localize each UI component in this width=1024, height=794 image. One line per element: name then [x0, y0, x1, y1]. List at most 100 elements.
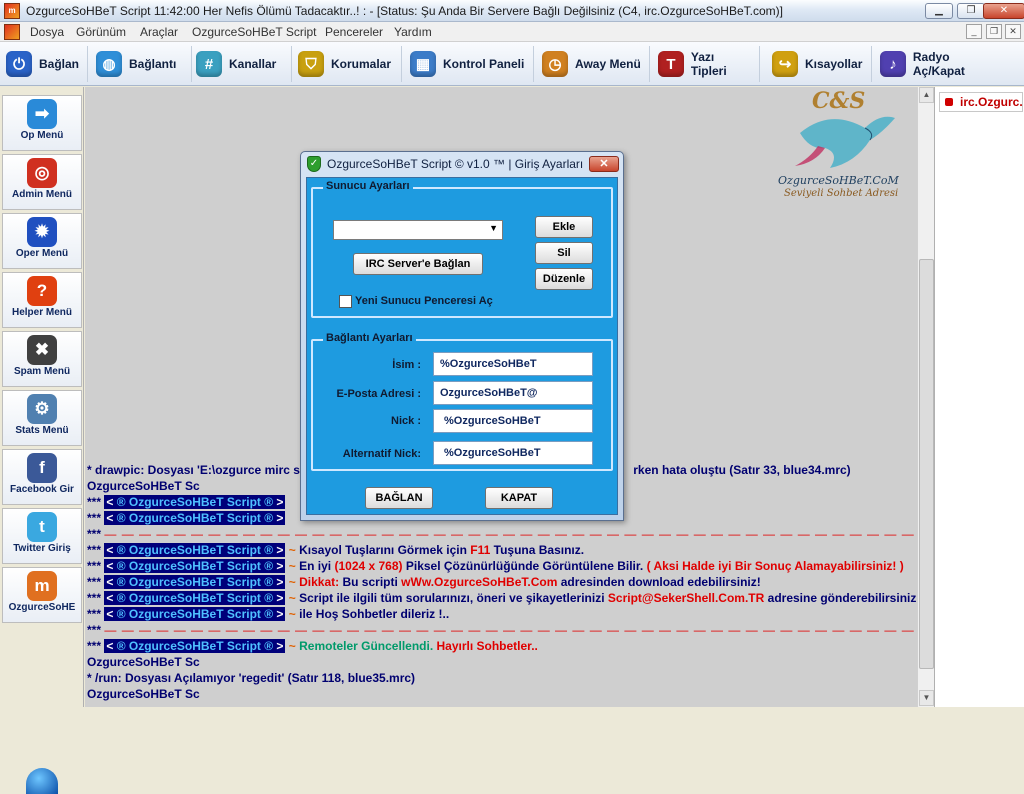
- edit-server-button[interactable]: Düzenle: [535, 268, 593, 290]
- menu-pencereler[interactable]: Pencereler: [325, 25, 383, 39]
- group-label: Bağlantı Ayarları: [323, 332, 416, 344]
- toolbar-away-menu[interactable]: ◷ Away Menü: [542, 46, 650, 82]
- mdi-minimize-button[interactable]: _: [966, 24, 982, 39]
- toolbar-label: Kontrol Paneli: [443, 57, 525, 71]
- toolbar-korumalar[interactable]: ⛉ Korumalar: [298, 46, 402, 82]
- chat-line: *** < ® OzgurceSoHBeT Script ® > ~ ile H…: [87, 607, 450, 621]
- scroll-thumb[interactable]: [919, 259, 934, 669]
- toolbar-label: Kısayollar: [805, 57, 863, 71]
- chat-line: *** < ® OzgurceSoHBeT Script ® >: [87, 511, 286, 525]
- group-label: Sunucu Ayarları: [323, 180, 413, 192]
- menu-yardim[interactable]: Yardım: [394, 25, 432, 39]
- sidebar-label: Spam Menü: [13, 366, 71, 377]
- connection-settings-group: Bağlantı Ayarları İsim : %OzgurceSoHBeT …: [311, 332, 613, 471]
- chat-line: *** < ® OzgurceSoHBeT Script ® > ~ Dikka…: [87, 575, 761, 589]
- sidebar-admin-menu[interactable]: ◎ Admin Menü: [2, 154, 82, 210]
- toolbar-baglan[interactable]: ⏻ Bağlan: [6, 46, 88, 82]
- scroll-down-button[interactable]: ▼: [919, 690, 934, 706]
- toolbar-kontrol-paneli[interactable]: ▦ Kontrol Paneli: [410, 46, 534, 82]
- sidebar-label: OzgurceSoHE: [8, 602, 76, 613]
- close-button[interactable]: ✕: [983, 3, 1024, 19]
- shield-icon: ⛉: [298, 51, 324, 77]
- sidebar-label: Facebook Gir: [10, 484, 74, 495]
- toolbar-label: Yazı Tipleri: [690, 50, 727, 78]
- toolbar-radyo[interactable]: ♪ Radyo Aç/Kapat: [880, 46, 1010, 82]
- shield-check-icon: ✓: [307, 156, 321, 172]
- menu-gorunum[interactable]: Görünüm: [76, 25, 126, 39]
- email-label: E-Posta Adresi :: [336, 388, 421, 400]
- gear-icon: ⚙: [27, 394, 57, 424]
- sidebar-label: Twitter Giriş: [13, 543, 71, 554]
- mdi-window-icon[interactable]: [4, 24, 20, 40]
- clock-icon: ◷: [542, 51, 568, 77]
- chat-line: *** < ® OzgurceSoHBeT Script ® > ~ En iy…: [87, 559, 904, 573]
- toolbar-label: Bağlantı: [129, 57, 177, 71]
- menu-script[interactable]: OzgurceSoHBeT Script: [192, 25, 317, 39]
- logo-initials: C&S: [812, 88, 866, 114]
- window-list: irc.Ozgurc...: [934, 87, 1024, 707]
- logo-tagline: Seviyeli Sohbet Adresi: [784, 188, 899, 199]
- hash-icon: #: [196, 51, 222, 77]
- alt-nick-input[interactable]: %OzgurceSoHBeT: [433, 441, 593, 465]
- script-tag: < ® OzgurceSoHBeT Script ® >: [104, 495, 286, 509]
- sidebar-helper-menu[interactable]: ? Helper Menü: [2, 272, 82, 328]
- sidebar-op-menu[interactable]: ➡ Op Menü: [2, 95, 82, 151]
- sidebar-app[interactable]: m OzgurceSoHE: [2, 567, 82, 623]
- chat-line: *** < ® OzgurceSoHBeT Script ® > ~ Kısay…: [87, 543, 585, 557]
- connect-irc-server-button[interactable]: IRC Server'e Bağlan: [353, 253, 483, 275]
- shortcut-icon: ↪: [772, 51, 798, 77]
- nick-input[interactable]: %OzgurceSoHBeT: [433, 409, 593, 433]
- dialog-title: OzgurceSoHBeT Script © v1.0 ™ | Giriş Ay…: [327, 157, 584, 171]
- window-title: OzgurceSoHBeT Script 11:42:00 Her Nefis …: [26, 4, 783, 18]
- arrow-right-icon: ➡: [27, 99, 57, 129]
- globe-icon[interactable]: [26, 768, 58, 794]
- connect-button[interactable]: BAĞLAN: [365, 487, 433, 509]
- sidebar-stats-menu[interactable]: ⚙ Stats Menü: [2, 390, 82, 446]
- app-icon: m: [27, 571, 57, 601]
- mdi-close-button[interactable]: ✕: [1005, 24, 1021, 39]
- scroll-up-button[interactable]: ▲: [919, 87, 934, 103]
- maximize-button[interactable]: ❐: [957, 3, 985, 19]
- lifebuoy-icon: ◎: [27, 158, 57, 188]
- toolbar-label: Korumalar: [331, 57, 392, 71]
- server-settings-group: Sunucu Ayarları ▼ Ekle Sil Düzenle IRC S…: [311, 180, 613, 318]
- sidebar-facebook[interactable]: f Facebook Gir: [2, 449, 82, 505]
- minimize-button[interactable]: ▁: [925, 3, 953, 19]
- sidebar: ➡ Op Menü ◎ Admin Menü ✹ Oper Menü ? Helper …: [0, 87, 84, 794]
- sidebar-label: Admin Menü: [12, 189, 72, 200]
- window-titlebar[interactable]: m OzgurceSoHBeT Script 11:42:00 Her Nefi…: [0, 0, 1024, 22]
- sidebar-twitter[interactable]: t Twitter Giriş: [2, 508, 82, 564]
- toolbar: ⏻ Bağlan ◍ Bağlantı # Kanallar ⛉ Korumalar ▦…: [0, 42, 1024, 86]
- sidebar-oper-menu[interactable]: ✹ Oper Menü: [2, 213, 82, 269]
- plug-icon: ⏻: [6, 51, 32, 77]
- menu-araclar[interactable]: Araçlar: [140, 25, 178, 39]
- globe-icon: ◍: [96, 51, 122, 77]
- dialog-titlebar[interactable]: ✓ OzgurceSoHBeT Script © v1.0 ™ | Giriş …: [301, 152, 623, 176]
- name-label: İsim :: [392, 359, 421, 371]
- gear-blue-icon: ✹: [27, 217, 57, 247]
- close-dialog-button[interactable]: KAPAT: [485, 487, 553, 509]
- sidebar-label: Oper Menü: [15, 248, 69, 259]
- toolbar-baglanti[interactable]: ◍ Bağlantı: [96, 46, 192, 82]
- server-select[interactable]: ▼: [333, 220, 503, 240]
- window-list-item[interactable]: irc.Ozgurc...: [939, 92, 1023, 112]
- toolbar-yazi-tipleri[interactable]: T Yazı Tipleri: [658, 46, 760, 82]
- mdi-restore-button[interactable]: ❐: [986, 24, 1002, 39]
- toolbar-kisayollar[interactable]: ↪ Kısayollar: [772, 46, 872, 82]
- font-icon: T: [658, 51, 684, 77]
- logo-name: OzgurceSoHBeT.CoM: [778, 174, 899, 187]
- name-input[interactable]: %OzgurceSoHBeT: [433, 352, 593, 376]
- tools-icon: ✖: [27, 335, 57, 365]
- toolbar-kanallar[interactable]: # Kanallar: [196, 46, 292, 82]
- chat-scrollbar[interactable]: ▲ ▼: [917, 87, 934, 707]
- dialog-close-button[interactable]: ✕: [589, 156, 619, 172]
- app-icon: m: [4, 3, 20, 19]
- delete-server-button[interactable]: Sil: [535, 242, 593, 264]
- menu-dosya[interactable]: Dosya: [30, 25, 64, 39]
- add-server-button[interactable]: Ekle: [535, 216, 593, 238]
- email-input[interactable]: OzgurceSoHBeT@: [433, 381, 593, 405]
- toolbar-label: Kanallar: [229, 57, 277, 71]
- sidebar-spam-menu[interactable]: ✖ Spam Menü: [2, 331, 82, 387]
- new-server-window-checkbox[interactable]: [339, 295, 352, 308]
- toolbar-label: Bağlan: [39, 57, 80, 71]
